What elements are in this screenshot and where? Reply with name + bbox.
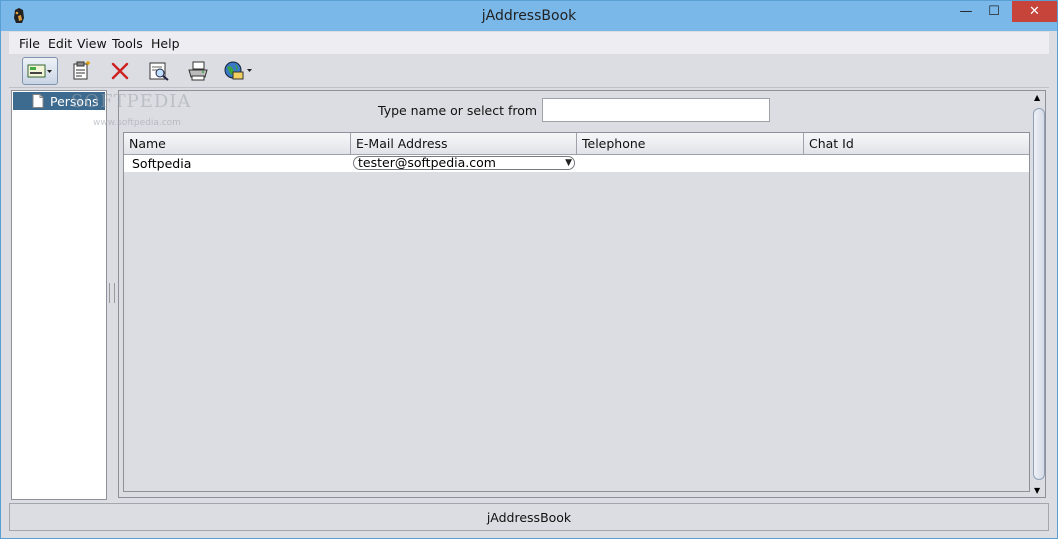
search-label: Type name or select from list bbox=[378, 103, 560, 118]
menu-bar: File Edit View Tools Help bbox=[9, 32, 1049, 55]
scroll-down-arrow-icon[interactable]: ▼ bbox=[1034, 486, 1040, 495]
edit-contact-button[interactable] bbox=[64, 57, 98, 85]
watermark: SOFTPEDIA bbox=[71, 91, 192, 112]
window-title: jAddressBook bbox=[481, 8, 577, 24]
column-header-telephone[interactable]: Telephone bbox=[577, 133, 804, 154]
table-header: Name E-Mail Address Telephone Chat Id bbox=[124, 133, 1029, 155]
scroll-up-arrow-icon[interactable]: ▲ bbox=[1034, 93, 1040, 102]
column-header-chat-id[interactable]: Chat Id bbox=[804, 133, 1029, 154]
dropdown-arrow-icon[interactable]: ▼ bbox=[565, 157, 572, 169]
column-header-email[interactable]: E-Mail Address bbox=[351, 133, 577, 154]
split-pane-divider[interactable] bbox=[105, 90, 118, 498]
scrollbar-thumb[interactable] bbox=[1033, 108, 1045, 480]
splitter-grip[interactable] bbox=[109, 283, 115, 303]
toolbar bbox=[9, 54, 1049, 88]
status-bar: jAddressBook bbox=[9, 503, 1049, 531]
delete-icon bbox=[111, 62, 129, 80]
print-icon bbox=[188, 61, 208, 81]
column-header-name[interactable]: Name bbox=[124, 133, 351, 154]
title-bar[interactable]: jAddressBook — ☐ ✕ bbox=[1, 1, 1057, 31]
folder-tree[interactable]: Persons bbox=[11, 90, 107, 500]
delete-button[interactable] bbox=[103, 57, 137, 85]
status-text: jAddressBook bbox=[486, 510, 572, 525]
edit-contact-icon bbox=[73, 61, 90, 80]
menu-help[interactable]: Help bbox=[151, 36, 180, 51]
document-icon bbox=[32, 94, 44, 108]
cell-email: tester@softpedia.com bbox=[358, 155, 496, 170]
menu-edit[interactable]: Edit bbox=[48, 36, 72, 51]
vertical-scrollbar[interactable]: ▲ ▼ bbox=[1032, 91, 1046, 497]
menu-tools[interactable]: Tools bbox=[112, 36, 143, 51]
minimize-button[interactable]: — bbox=[951, 1, 981, 22]
search-document-button[interactable] bbox=[142, 57, 176, 85]
menu-view[interactable]: View bbox=[77, 36, 107, 51]
globe-email-icon bbox=[224, 61, 252, 80]
new-contact-button[interactable] bbox=[22, 57, 58, 85]
watermark-url: www.softpedia.com bbox=[93, 118, 181, 128]
close-button[interactable]: ✕ bbox=[1012, 1, 1057, 22]
app-window: jAddressBook — ☐ ✕ File Edit View Tools … bbox=[0, 0, 1058, 539]
contacts-panel: Type name or select from list Name E-Mai… bbox=[118, 90, 1046, 498]
cell-name: Softpedia bbox=[132, 156, 192, 171]
menu-file[interactable]: File bbox=[19, 36, 40, 51]
search-document-icon bbox=[149, 62, 169, 81]
maximize-button[interactable]: ☐ bbox=[979, 1, 1009, 22]
email-combo-box[interactable]: tester@softpedia.com ▼ bbox=[353, 155, 575, 170]
new-contact-icon bbox=[27, 64, 52, 78]
contacts-table: Name E-Mail Address Telephone Chat Id So… bbox=[123, 132, 1030, 492]
internet-button[interactable] bbox=[221, 57, 255, 85]
search-input[interactable] bbox=[542, 98, 770, 122]
table-row[interactable]: Softpedia tester@softpedia.com ▼ bbox=[124, 155, 1029, 172]
print-button[interactable] bbox=[181, 57, 215, 85]
